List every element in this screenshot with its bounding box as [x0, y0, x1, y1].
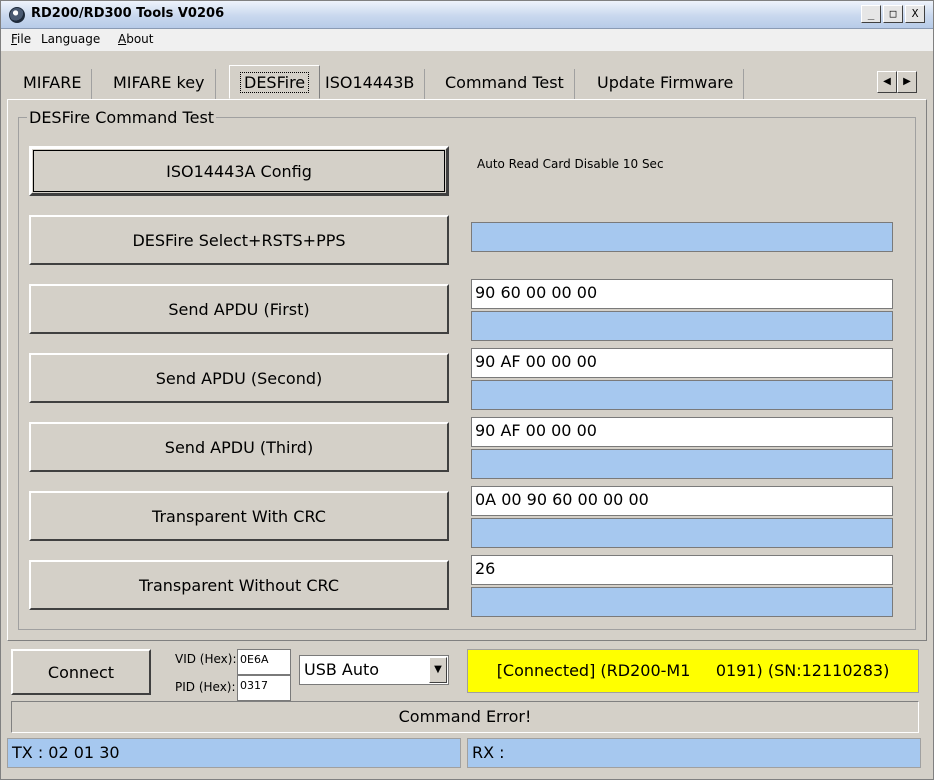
send-apdu-second-button[interactable]: Send APDU (Second) — [29, 353, 449, 403]
maximize-button[interactable]: □ — [883, 5, 903, 23]
apdu-first-input[interactable]: 90 60 00 00 00 — [471, 279, 893, 309]
tab-mifare[interactable]: MIFARE — [13, 69, 93, 99]
minimize-button[interactable]: _ — [861, 5, 881, 23]
transparent-with-crc-button[interactable]: Transparent With CRC — [29, 491, 449, 541]
rx-display: RX : — [467, 738, 921, 768]
connect-button[interactable]: Connect — [11, 649, 151, 695]
transparent-crc-input[interactable]: 0A 00 90 60 00 00 00 — [471, 486, 893, 516]
apdu-second-response — [471, 380, 893, 410]
tab-update-firmware[interactable]: Update Firmware — [587, 69, 745, 99]
apdu-first-response — [471, 311, 893, 341]
menu-about-label: bout — [126, 32, 154, 46]
connection-status: [Connected] (RD200-M1 0191) (SN:12110283… — [467, 649, 919, 693]
menu-about-mnemonic: A — [118, 32, 127, 46]
iso14443a-config-button[interactable]: ISO14443A Config — [29, 146, 449, 196]
apdu-third-response — [471, 449, 893, 479]
vid-label: VID (Hex): — [175, 652, 237, 666]
menu-file[interactable]: File — [11, 32, 31, 46]
menu-about[interactable]: About — [118, 32, 154, 46]
title-bar[interactable]: RD200/RD300 Tools V0206 _ □ X — [1, 1, 933, 29]
app-window: RD200/RD300 Tools V0206 _ □ X File Langu… — [0, 0, 934, 780]
tab-mifare-key[interactable]: MIFARE key — [103, 69, 216, 99]
app-icon — [9, 7, 25, 23]
close-button[interactable]: X — [905, 5, 925, 23]
tab-strip: MIFARE MIFARE key DESFire ISO14443B Comm… — [1, 61, 933, 101]
usb-mode-value: USB Auto — [304, 660, 380, 679]
tx-display: TX : 02 01 30 — [7, 738, 461, 768]
window-title: RD200/RD300 Tools V0206 — [31, 6, 225, 21]
tab-desfire-label: DESFire — [240, 72, 310, 93]
tab-iso14443b[interactable]: ISO14443B — [315, 69, 426, 99]
vid-input[interactable]: 0E6A — [237, 649, 291, 675]
menu-language[interactable]: Language — [41, 32, 100, 46]
menu-file-label: ile — [17, 32, 32, 46]
transparent-without-crc-button[interactable]: Transparent Without CRC — [29, 560, 449, 610]
desfire-select-response — [471, 222, 893, 252]
tab-scroll-buttons: ◀ ▶ — [877, 71, 917, 93]
transparent-no-crc-input[interactable]: 26 — [471, 555, 893, 585]
apdu-third-input[interactable]: 90 AF 00 00 00 — [471, 417, 893, 447]
transparent-crc-response — [471, 518, 893, 548]
tab-desfire[interactable]: DESFire — [229, 65, 321, 99]
tab-scroll-right-icon[interactable]: ▶ — [897, 71, 917, 93]
desfire-select-button[interactable]: DESFire Select+RSTS+PPS — [29, 215, 449, 265]
menu-bar: File Language About — [1, 29, 933, 51]
usb-mode-select[interactable]: USB Auto ▼ — [299, 655, 449, 685]
pid-input[interactable]: 0317 — [237, 675, 291, 701]
tab-scroll-left-icon[interactable]: ◀ — [877, 71, 897, 93]
pid-label: PID (Hex): — [175, 680, 236, 694]
send-apdu-third-button[interactable]: Send APDU (Third) — [29, 422, 449, 472]
apdu-second-input[interactable]: 90 AF 00 00 00 — [471, 348, 893, 378]
auto-read-note: Auto Read Card Disable 10 Sec — [477, 157, 664, 171]
transparent-no-crc-response — [471, 587, 893, 617]
group-title: DESFire Command Test — [29, 108, 215, 127]
tab-command-test[interactable]: Command Test — [435, 69, 575, 99]
send-apdu-first-button[interactable]: Send APDU (First) — [29, 284, 449, 334]
status-message: Command Error! — [11, 701, 919, 733]
chevron-down-icon[interactable]: ▼ — [429, 657, 447, 683]
